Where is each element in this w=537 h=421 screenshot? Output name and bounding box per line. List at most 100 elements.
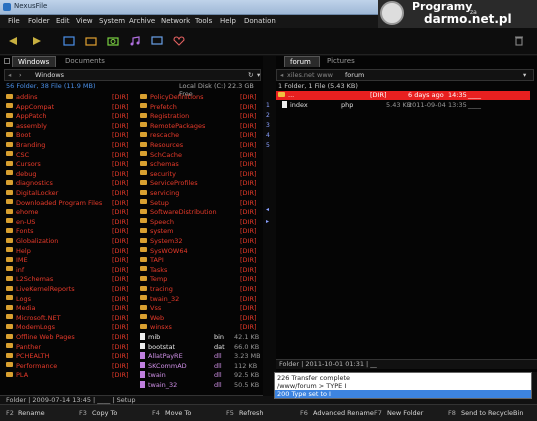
list-item[interactable]: schemas [DIR] — [140, 160, 260, 169]
forward-icon[interactable] — [30, 34, 44, 47]
menu-help[interactable]: Help — [220, 17, 236, 25]
refresh-icon[interactable]: ↻ — [248, 71, 253, 79]
menu-file[interactable]: File — [8, 17, 20, 25]
list-item[interactable]: Help [DIR] — [6, 247, 132, 256]
list-item[interactable]: en-US [DIR] — [6, 218, 132, 227]
list-item[interactable]: Temp [DIR] — [140, 275, 260, 284]
list-item[interactable]: CSC [DIR] — [6, 151, 132, 160]
tab-pictures[interactable]: Pictures — [322, 56, 362, 67]
list-item[interactable]: SKCommAD dll 112 KB — [140, 361, 260, 371]
list-item[interactable]: TAPI [DIR] — [140, 256, 260, 265]
menu-tools[interactable]: Tools — [195, 17, 212, 25]
left-tab-menu-icon[interactable] — [4, 58, 10, 64]
list-item[interactable]: LiveKernelReports [DIR] — [6, 285, 132, 294]
list-item[interactable]: AppCompat [DIR] — [6, 103, 132, 112]
list-item[interactable]: Globalization [DIR] — [6, 237, 132, 246]
fkey-f6[interactable]: F6 — [300, 409, 308, 417]
fkey-f4[interactable]: F4 — [152, 409, 160, 417]
trash-icon[interactable] — [512, 34, 526, 47]
list-item[interactable]: Setup [DIR] — [140, 199, 260, 208]
right-path-back-icon[interactable]: ◂ — [280, 71, 283, 79]
left-path-segment[interactable]: Windows — [35, 71, 64, 79]
list-item[interactable]: RemotePackages [DIR] — [140, 122, 260, 131]
strip-mark-3[interactable]: 3 — [266, 122, 270, 129]
back-icon[interactable] — [6, 34, 20, 47]
menu-folder[interactable]: Folder — [28, 17, 50, 25]
right-row-parent[interactable]: ... [DIR] 6 days ago 14:35 ____ — [278, 91, 530, 100]
camera-icon[interactable] — [106, 34, 120, 47]
list-item[interactable]: Boot [DIR] — [6, 131, 132, 140]
list-item[interactable]: AppPatch [DIR] — [6, 112, 132, 121]
right-path-dropdown-icon[interactable]: ▾ — [523, 71, 526, 79]
list-item[interactable]: Offline Web Pages [DIR] — [6, 333, 132, 342]
list-item[interactable]: twain_32 [DIR] — [140, 295, 260, 304]
list-item[interactable]: Prefetch [DIR] — [140, 103, 260, 112]
menu-edit[interactable]: Edit — [56, 17, 70, 25]
list-item[interactable]: AllatPayRE dll 3.23 MB — [140, 352, 260, 361]
menu-network[interactable]: Network — [161, 17, 190, 25]
fkey-f3[interactable]: F3 — [79, 409, 87, 417]
right-path-segment-1[interactable]: xiles.net — [287, 71, 315, 79]
menu-system[interactable]: System — [99, 17, 125, 25]
fkey-f7[interactable]: F7 — [374, 409, 382, 417]
list-item[interactable]: winsxs [DIR] — [140, 323, 260, 332]
path-dropdown-icon[interactable]: ▾ — [257, 71, 260, 79]
fkey-new-folder-button[interactable]: New Folder — [387, 409, 423, 417]
list-item[interactable]: Speech [DIR] — [140, 218, 260, 227]
list-item[interactable]: SchCache [DIR] — [140, 151, 260, 160]
fkey-rename-button[interactable]: Rename — [18, 409, 45, 417]
list-item[interactable]: bootstat dat 66.0 KB — [140, 342, 260, 352]
list-item[interactable]: ehome [DIR] — [6, 208, 132, 217]
list-item[interactable]: security [DIR] — [140, 170, 260, 179]
list-item[interactable]: Branding [DIR] — [6, 141, 132, 150]
list-item[interactable]: debug [DIR] — [6, 170, 132, 179]
music-icon[interactable] — [128, 34, 142, 47]
panel-icon[interactable] — [62, 34, 76, 47]
list-item[interactable]: PCHEALTH [DIR] — [6, 352, 132, 361]
strip-mark-1[interactable]: 1 — [266, 102, 270, 109]
right-path-bar[interactable]: ◂ xiles.net www forum ▾ — [276, 69, 534, 81]
fkey-refresh-button[interactable]: Refresh — [239, 409, 264, 417]
list-item[interactable]: twain dll 92.5 KB — [140, 371, 260, 380]
list-item[interactable]: Cursors [DIR] — [6, 160, 132, 169]
list-item[interactable]: mib bin 42.1 KB — [140, 333, 260, 342]
list-item[interactable]: addins [DIR] — [6, 93, 132, 102]
fkey-f2[interactable]: F2 — [6, 409, 14, 417]
list-item[interactable]: DigitalLocker [DIR] — [6, 189, 132, 198]
folder-icon[interactable] — [84, 34, 98, 47]
monitor-icon[interactable] — [150, 34, 164, 47]
list-item[interactable]: Logs [DIR] — [6, 295, 132, 304]
list-item[interactable]: Resources [DIR] — [140, 141, 260, 150]
right-path-segment-2[interactable]: www — [317, 71, 333, 79]
list-item[interactable]: Tasks [DIR] — [140, 266, 260, 275]
left-path-back-icon[interactable]: ◂ — [8, 71, 11, 79]
ftp-log[interactable]: 226 Transfer complete /www/forum > TYPE … — [274, 372, 532, 399]
right-path-segment-3[interactable]: forum — [345, 71, 364, 79]
strip-arrow-right-icon[interactable]: ▸ — [266, 218, 269, 225]
list-item[interactable]: PLA [DIR] — [6, 371, 132, 380]
menu-view[interactable]: View — [76, 17, 93, 25]
list-item[interactable]: system [DIR] — [140, 227, 260, 236]
list-item[interactable]: Registration [DIR] — [140, 112, 260, 121]
menu-donation[interactable]: Donation — [244, 17, 276, 25]
tab-documents[interactable]: Documents — [60, 56, 108, 67]
list-item[interactable]: Fonts [DIR] — [6, 227, 132, 236]
strip-mark-4[interactable]: 4 — [266, 132, 270, 139]
list-item[interactable]: PolicyDefinitions [DIR] — [140, 93, 260, 102]
list-item[interactable]: L2Schemas [DIR] — [6, 275, 132, 284]
tab-windows[interactable]: Windows — [12, 56, 56, 67]
list-item[interactable]: System32 [DIR] — [140, 237, 260, 246]
list-item[interactable]: Vss [DIR] — [140, 304, 260, 313]
strip-mark-5[interactable]: 5 — [266, 142, 270, 149]
list-item[interactable]: ModemLogs [DIR] — [6, 323, 132, 332]
list-item[interactable]: tracing [DIR] — [140, 285, 260, 294]
list-item[interactable]: Web [DIR] — [140, 314, 260, 323]
list-item[interactable]: IME [DIR] — [6, 256, 132, 265]
list-item[interactable]: Media [DIR] — [6, 304, 132, 313]
fkey-advanced-rename-button[interactable]: Advanced Rename — [313, 409, 374, 417]
list-item[interactable]: SoftwareDistribution [DIR] — [140, 208, 260, 217]
list-item[interactable]: diagnostics [DIR] — [6, 179, 132, 188]
list-item[interactable]: assembly [DIR] — [6, 122, 132, 131]
list-item[interactable]: twain_32 dll 50.5 KB — [140, 381, 260, 390]
list-item[interactable]: ServiceProfiles [DIR] — [140, 179, 260, 188]
